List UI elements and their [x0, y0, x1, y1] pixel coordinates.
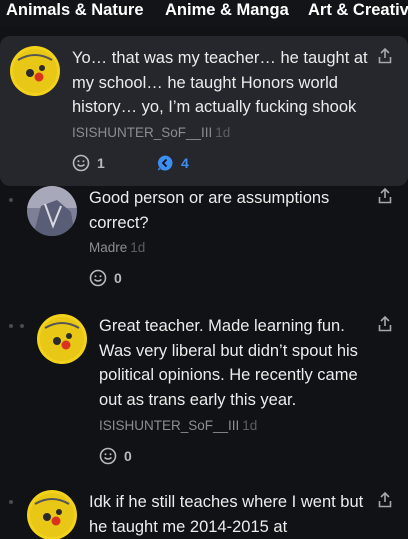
tab-anime-manga[interactable]: Anime & Manga [165, 1, 289, 20]
comment[interactable]: Great teacher. Made learning fun. Was ve… [0, 314, 408, 474]
thread-indicator [9, 324, 13, 328]
like-button[interactable]: 0 [89, 269, 122, 287]
comment-text: Idk if he still teaches where I went but… [89, 490, 389, 539]
like-button[interactable]: 0 [99, 447, 132, 465]
replies-button[interactable]: 4 [156, 154, 189, 172]
comment-line: Idk if he still teaches where I went but [89, 493, 364, 511]
comment-text: Yo… that was my teacher… he taught at my… [72, 46, 392, 120]
avatar[interactable] [27, 186, 77, 236]
comment-age: 1d [215, 125, 231, 140]
comment-line: my school… he taught Honors world [72, 73, 338, 92]
author-name[interactable]: ISISHUNTER_SoF__III [72, 125, 212, 140]
comment-highlighted[interactable]: Yo… that was my teacher… he taught at my… [0, 36, 408, 186]
tab-animals-nature[interactable]: Animals & Nature [6, 1, 144, 20]
like-count: 0 [124, 448, 132, 464]
share-button[interactable] [378, 188, 396, 206]
comment-age: 1d [242, 418, 258, 433]
comment-text: Good person or are assumptions correct? [89, 186, 389, 235]
like-icon [99, 447, 117, 465]
like-button[interactable]: 1 [72, 154, 105, 172]
comment[interactable]: Good person or are assumptions correct? … [0, 186, 408, 296]
comment-line: correct? [89, 213, 149, 232]
share-icon [378, 492, 392, 508]
user-avatar-image [37, 314, 87, 364]
comment-line: Yo… that was my teacher… he taught at [72, 49, 368, 67]
comment-author[interactable]: Madre 1d [89, 240, 145, 255]
user-avatar-image [27, 490, 77, 539]
avatar[interactable] [10, 46, 60, 96]
author-name[interactable]: Madre [89, 240, 127, 255]
comment-author[interactable]: ISISHUNTER_SoF__III 1d [99, 418, 257, 433]
comment-line: Good person or are assumptions [89, 189, 330, 207]
comment-line: out as trans early this year. [99, 390, 297, 409]
thread-indicator [20, 324, 24, 328]
comment-line: political opinions. He recently came [99, 366, 358, 384]
share-button[interactable] [378, 492, 396, 510]
comment-line: Was very liberal but didn’t spout his [99, 341, 358, 360]
reply-count: 4 [181, 155, 189, 171]
share-button[interactable] [378, 316, 396, 334]
reply-bubble-icon [157, 155, 173, 171]
comment-text: Great teacher. Made learning fun. Was ve… [99, 314, 389, 412]
share-button[interactable] [378, 48, 396, 66]
tab-art-creativity[interactable]: Art & Creativ [308, 1, 408, 20]
share-icon [378, 48, 392, 64]
author-name[interactable]: ISISHUNTER_SoF__III [99, 418, 239, 433]
like-count: 0 [114, 270, 122, 286]
comment[interactable]: Idk if he still teaches where I went but… [0, 490, 408, 539]
comment-line: history… yo, I’m actually fucking shook [72, 98, 357, 116]
comment-age: 1d [130, 240, 146, 255]
share-icon [378, 188, 392, 204]
comment-line: Great teacher. Made learning fun. [99, 317, 345, 335]
comment-line: he taught me 2014-2015 at [89, 517, 288, 536]
thread-indicator [9, 198, 13, 202]
category-tabs: Animals & Nature Anime & Manga Art & Cre… [0, 0, 408, 26]
thread-indicator [9, 500, 13, 504]
user-avatar-image [10, 46, 60, 96]
share-icon [378, 316, 392, 332]
avatar[interactable] [37, 314, 87, 364]
comment-author[interactable]: ISISHUNTER_SoF__III 1d [72, 125, 230, 140]
like-icon [89, 269, 107, 287]
like-count: 1 [97, 155, 105, 171]
user-avatar-image [27, 186, 77, 236]
like-icon [72, 154, 90, 172]
avatar[interactable] [27, 490, 77, 539]
